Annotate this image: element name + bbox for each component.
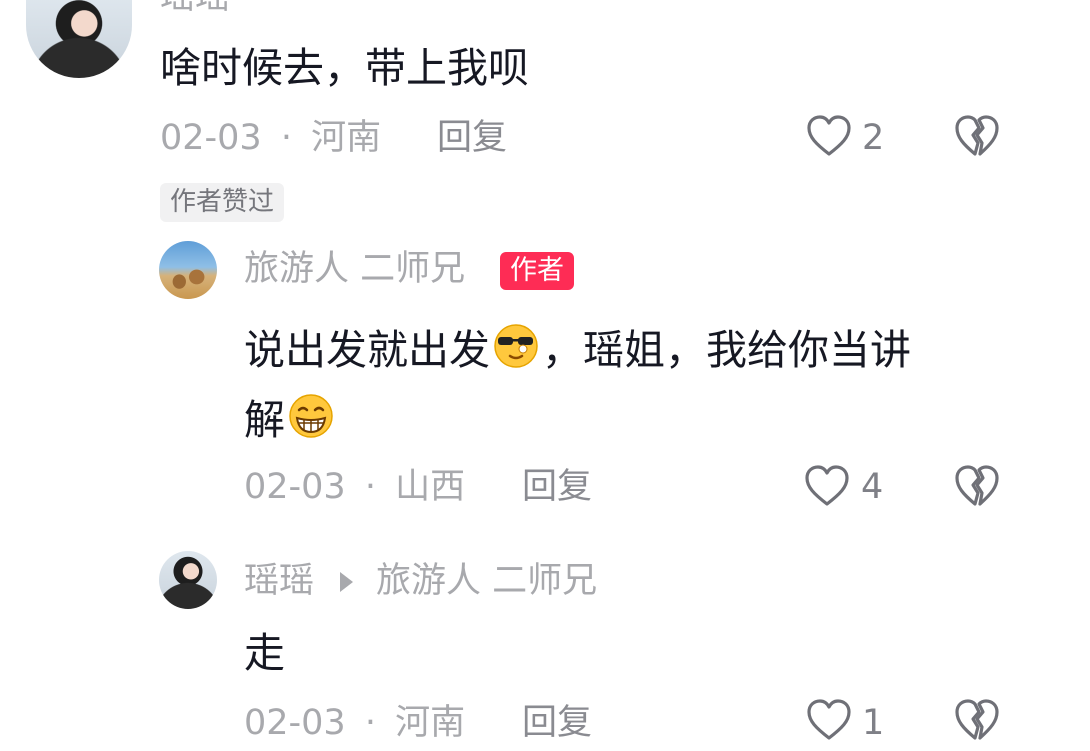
reply-date: 02-03 · 河南 <box>244 706 465 741</box>
author-liked-badge: 作者赞过 <box>160 183 285 222</box>
avatar[interactable] <box>26 0 132 78</box>
reply-date-value: 02-03 <box>244 467 346 507</box>
reply-text: 走 <box>244 629 285 677</box>
author-badge: 作者 <box>500 252 574 290</box>
reply-button[interactable]: 回复 <box>437 121 507 156</box>
reply-username[interactable]: 旅游人 二师兄 <box>244 252 465 287</box>
like-count: 4 <box>861 467 884 507</box>
reply-button[interactable]: 回复 <box>522 706 592 741</box>
reply-date: 02-03 · 山西 <box>244 470 465 505</box>
reply-button[interactable]: 回复 <box>522 470 592 505</box>
heart-outline-icon[interactable] <box>806 114 852 158</box>
reply-text-part1: 说出发就出发 <box>244 326 490 374</box>
broken-heart-icon[interactable] <box>954 464 1000 508</box>
reply-location: 山西 <box>395 467 466 507</box>
heart-outline-icon[interactable] <box>806 698 852 742</box>
reply-to-username[interactable]: 旅游人 二师兄 <box>376 564 597 599</box>
reply-location: 河南 <box>395 703 466 743</box>
grinning-face-emoji <box>289 394 333 438</box>
like-count: 2 <box>862 118 885 158</box>
meta-separator: · <box>364 703 376 743</box>
comment-username[interactable]: 瑶瑶 <box>160 0 230 15</box>
heart-outline-icon[interactable] <box>804 464 850 508</box>
triangle-right-icon <box>340 572 353 592</box>
broken-heart-icon[interactable] <box>954 698 1000 742</box>
reply-text-line2: 解 <box>244 392 337 441</box>
avatar[interactable] <box>159 551 217 609</box>
like-count: 1 <box>862 703 885 743</box>
reply-text-part2: ，瑶姐，我给你当讲 <box>542 326 911 374</box>
reply-text-part3: 解 <box>244 396 285 444</box>
comment-location: 河南 <box>311 118 382 158</box>
reply-username[interactable]: 瑶瑶 <box>244 564 314 599</box>
comment-date-value: 02-03 <box>160 118 262 158</box>
sunglasses-face-emoji <box>494 324 538 368</box>
comment-text: 啥时候去，带上我呗 <box>160 44 529 92</box>
reply-text-line1: 说出发就出发 ，瑶姐，我给你当讲 <box>244 322 911 371</box>
meta-separator: · <box>280 118 292 158</box>
comment-date: 02-03 · 河南 <box>160 121 381 156</box>
reply-date-value: 02-03 <box>244 703 346 743</box>
meta-separator: · <box>364 467 376 507</box>
broken-heart-icon[interactable] <box>954 114 1000 158</box>
avatar[interactable] <box>159 241 217 299</box>
